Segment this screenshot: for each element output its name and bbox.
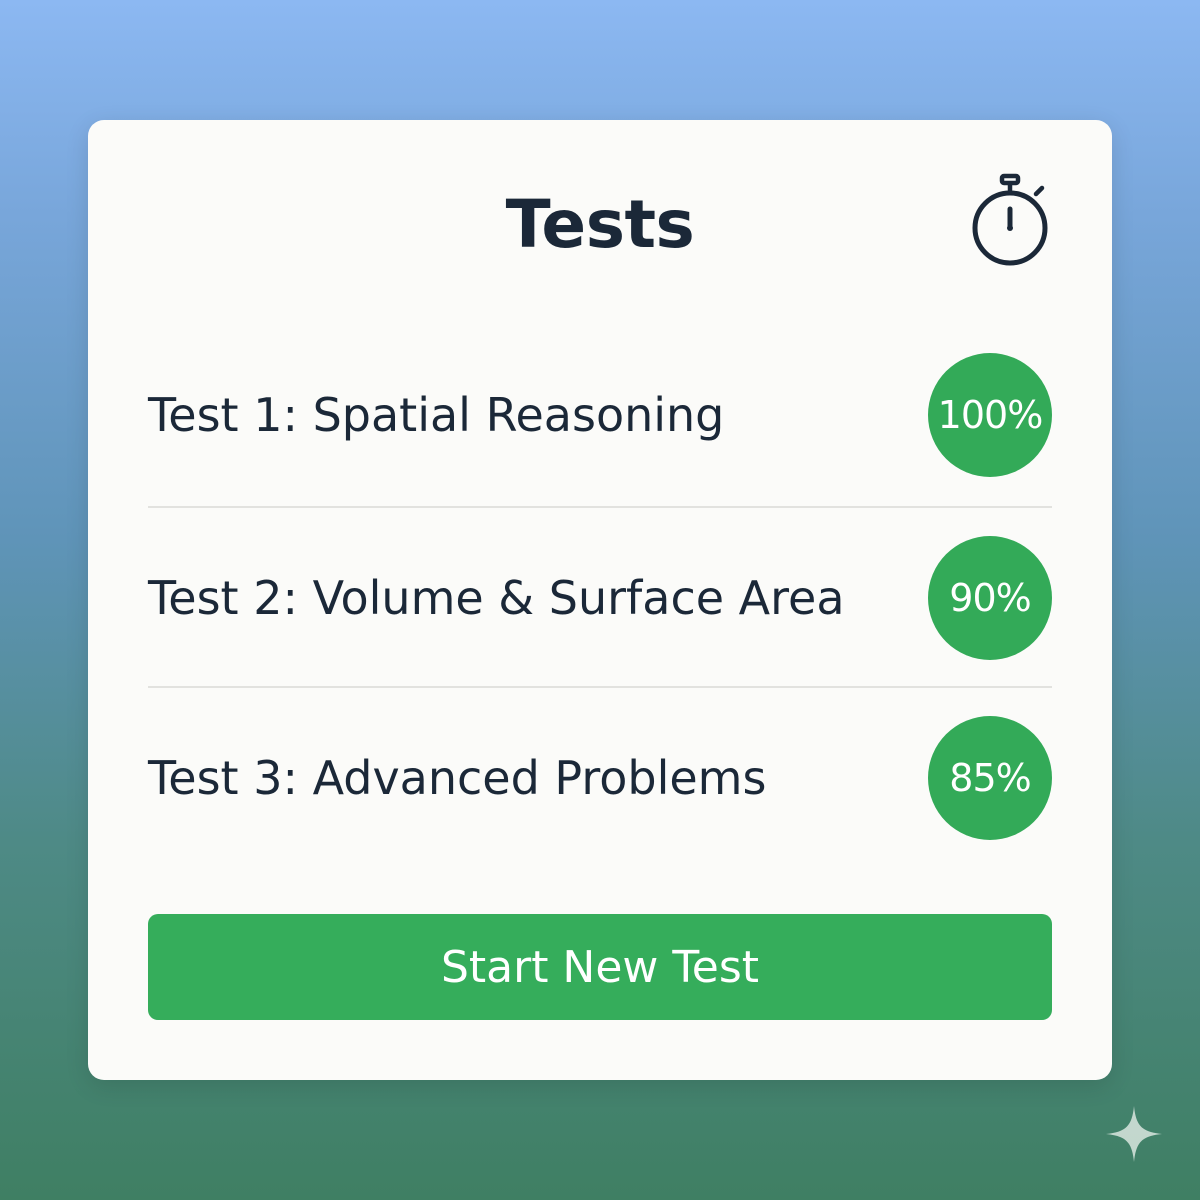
stopwatch-icon[interactable] [962,172,1058,268]
test-label: Test 2: Volume & Surface Area [148,571,845,625]
start-new-test-button[interactable]: Start New Test [148,914,1052,1020]
divider [148,686,1052,688]
test-row-1[interactable]: Test 1: Spatial Reasoning 100% [148,350,1052,480]
sparkle-icon [1106,1106,1162,1162]
score-badge: 85% [928,716,1052,840]
test-row-3[interactable]: Test 3: Advanced Problems 85% [148,713,1052,843]
test-row-2[interactable]: Test 2: Volume & Surface Area 90% [148,533,1052,663]
test-label: Test 3: Advanced Problems [148,751,767,805]
score-badge: 90% [928,536,1052,660]
score-badge: 100% [928,353,1052,477]
test-label: Test 1: Spatial Reasoning [148,388,725,442]
divider [148,506,1052,508]
